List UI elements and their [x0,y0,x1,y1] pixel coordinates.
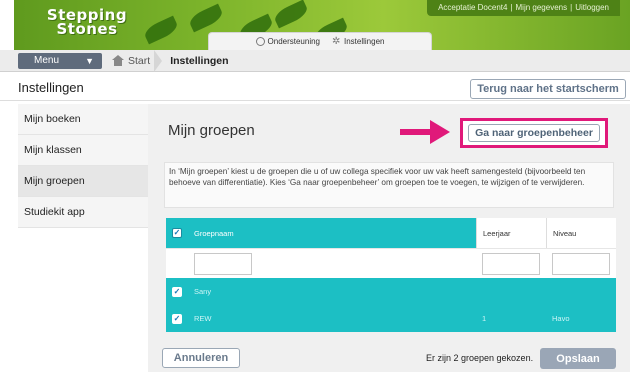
account-label: Acceptatie Docent4 [438,3,508,12]
table-row[interactable]: ✓ Sany [166,278,616,305]
filter-name-input[interactable] [194,252,252,275]
breadcrumb-separator [154,49,166,72]
info-text: In ‘Mijn groepen’ kiest u de groepen die… [164,162,614,208]
arrow-right-icon [400,120,454,144]
group-name: Sany [194,287,212,296]
top-banner: Stepping Stones Acceptatie Docent4 | Mijn … [0,0,630,50]
menu-button[interactable]: Menu ▼ [18,52,102,69]
filter-year-input[interactable] [482,252,540,275]
logout-link[interactable]: Uitloggen [572,3,612,12]
help-circle-icon [255,37,265,46]
filter-level-cell [546,249,616,278]
column-header-level[interactable]: Niveau [546,218,616,248]
gear-icon: ✲ [332,36,341,47]
main-panel: Mijn groepen Ga naar groepenbeheer In ‘M… [148,104,630,372]
save-button[interactable]: Opslaan [540,348,616,369]
filter-year-cell [476,249,546,278]
filter-row [166,248,616,278]
check-icon: ✓ [173,313,181,323]
breadcrumb-start[interactable]: Start [112,55,150,67]
row-checkbox[interactable]: ✓ [172,286,182,297]
section-title: Mijn groepen [168,122,255,139]
brand-logo[interactable]: Stepping Stones [42,8,132,38]
support-link[interactable]: Ondersteuning [255,37,320,46]
leaf-decoration [142,15,180,45]
page-title: Instellingen [18,80,84,95]
group-year [476,278,546,305]
check-icon: ✓ [173,286,181,296]
column-header-name[interactable]: Groepnaam [188,218,476,248]
user-links: Acceptatie Docent4 | Mijn gegevens | Uitlogg… [427,0,620,16]
row-check-cell: ✓ [166,278,188,305]
column-header-year[interactable]: Leerjaar [476,218,546,248]
filter-name-cell [188,249,476,278]
filter-level-input[interactable] [552,252,610,275]
leaf-decoration [187,3,225,33]
my-details-link[interactable]: Mijn gegevens [513,3,571,12]
sidebar-item-my-groups[interactable]: Mijn groepen [18,166,148,197]
settings-link[interactable]: ✲ Instellingen [332,36,385,47]
settings-sidebar: Mijn boeken Mijn klassen Mijn groepen St… [18,104,148,372]
row-check-cell: ✓ [166,305,188,332]
group-level: Havo [552,314,570,323]
group-management-button[interactable]: Ga naar groepenbeheer [468,124,600,142]
sidebar-item-my-classes[interactable]: Mijn klassen [18,135,148,166]
table-header: ✓ Groepnaam Leerjaar Niveau [166,218,616,248]
row-checkbox[interactable]: ✓ [172,313,182,324]
filter-spacer [166,249,188,278]
page-header: Instellingen Terug naar het startscherm [0,73,630,101]
sidebar-item-studykit-app[interactable]: Studiekit app [18,197,148,228]
select-all-cell: ✓ [166,218,188,248]
arrow-head [430,120,450,144]
highlight-frame: Ga naar groepenbeheer [460,118,608,148]
back-to-start-button[interactable]: Terug naar het startscherm [470,79,626,99]
select-all-checkbox[interactable]: ✓ [172,228,182,238]
groups-table: ✓ Groepnaam Leerjaar Niveau ✓ Sany ✓ REW… [166,218,616,332]
support-label: Ondersteuning [267,37,320,46]
leaf-decoration [272,0,310,29]
table-row[interactable]: ✓ REW 1 Havo [166,305,616,332]
brand-logo-line2: Stones [56,20,118,38]
group-level [546,278,616,305]
nav-bar: Menu ▼ Start Instellingen [0,49,630,72]
group-name: REW [194,314,212,323]
breadcrumb-start-label: Start [128,54,151,67]
check-icon: ✓ [173,228,181,237]
sidebar-item-my-books[interactable]: Mijn boeken [18,104,148,135]
menu-label: Menu [34,55,60,66]
group-year: 1 [482,314,487,323]
cancel-button[interactable]: Annuleren [162,348,240,368]
sub-navigation: Ondersteuning ✲ Instellingen [208,32,432,50]
chevron-down-icon: ▼ [85,55,94,66]
settings-label: Instellingen [344,37,385,46]
breadcrumb-current: Instellingen [170,54,229,67]
selection-status: Er zijn 2 groepen gekozen. [426,353,534,363]
home-icon [112,55,124,66]
